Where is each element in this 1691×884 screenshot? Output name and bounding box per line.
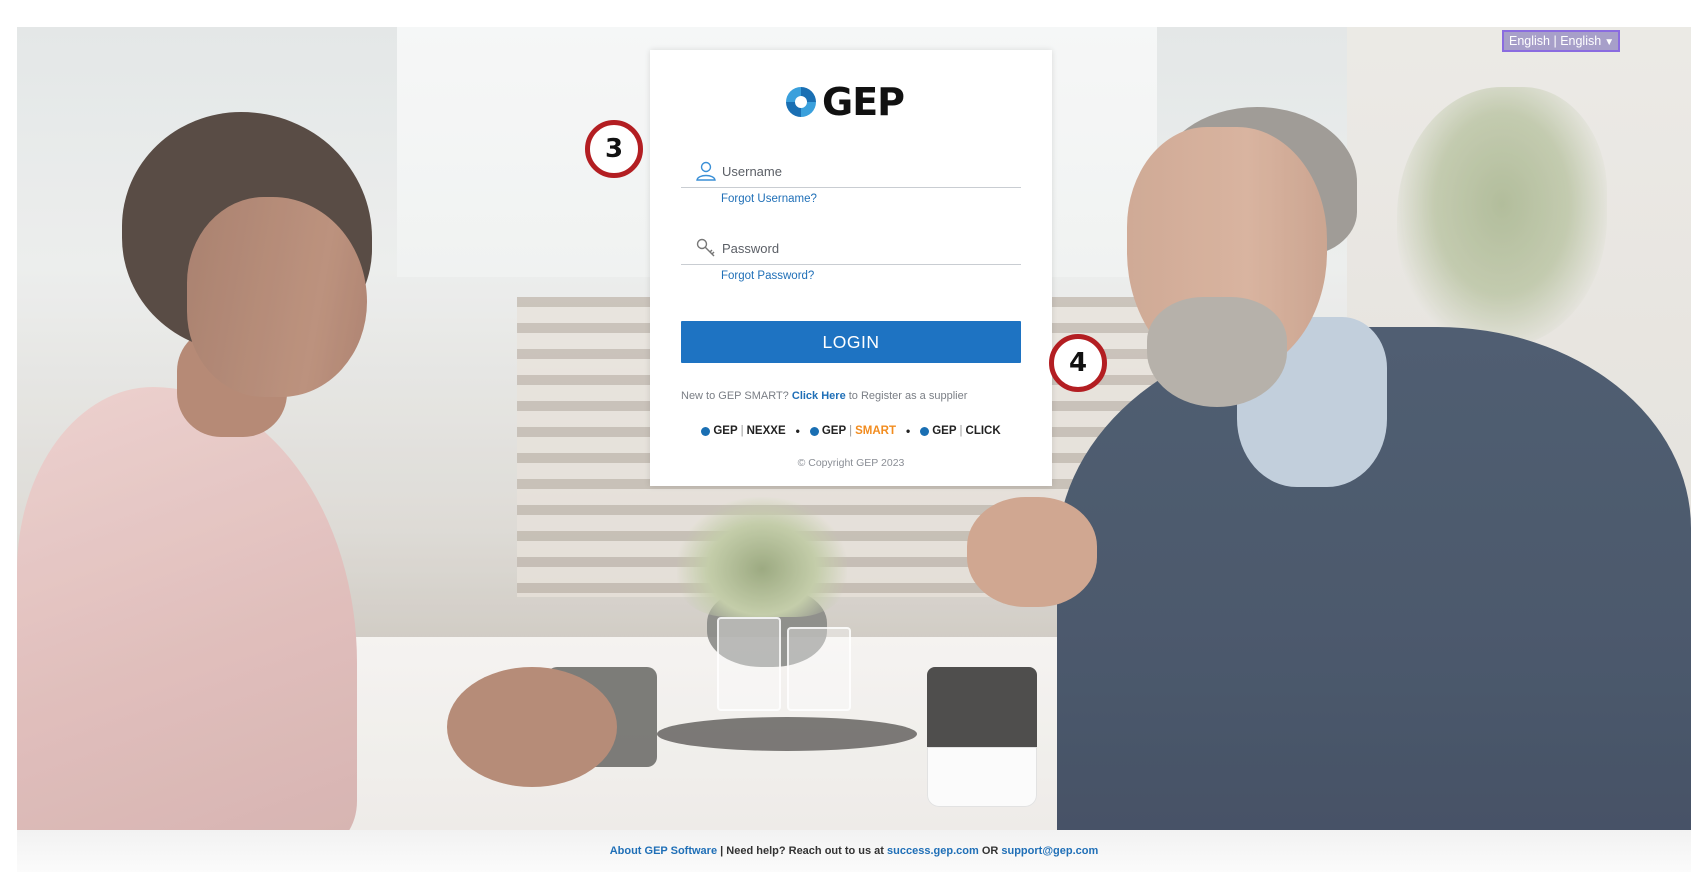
- forgot-username-link[interactable]: Forgot Username?: [721, 193, 817, 205]
- copyright-text: © Copyright GEP 2023: [797, 457, 905, 469]
- gep-logo: GEP: [786, 80, 926, 124]
- login-button[interactable]: LOGIN: [681, 321, 1021, 363]
- register-link[interactable]: Click Here: [792, 390, 846, 402]
- brand-product: NEXXE: [746, 425, 786, 437]
- brand-product: CLICK: [965, 425, 1001, 437]
- register-suffix: to Register as a supplier: [848, 390, 968, 402]
- username-placeholder: Username: [722, 164, 782, 179]
- brand-product: SMART: [855, 425, 897, 437]
- footer-or-text: OR: [981, 845, 999, 857]
- annotation-callout-3: 3: [585, 120, 643, 178]
- gep-swirl-icon: [701, 426, 711, 436]
- language-label: English | English: [1509, 34, 1602, 48]
- gep-swirl-icon: [786, 87, 816, 117]
- about-gep-link[interactable]: About GEP Software: [610, 845, 717, 857]
- language-selector[interactable]: English | English ▼: [1502, 30, 1620, 52]
- password-placeholder: Password: [722, 241, 780, 256]
- success-link[interactable]: success.gep.com: [887, 845, 979, 857]
- user-icon: [696, 161, 716, 181]
- password-field[interactable]: Password: [681, 231, 1021, 265]
- brand-prefix: GEP: [713, 425, 738, 437]
- brand-prefix: GEP: [821, 425, 847, 437]
- forgot-password-link[interactable]: Forgot Password?: [721, 270, 814, 282]
- caret-down-icon: ▼: [1604, 37, 1615, 48]
- username-field[interactable]: Username: [681, 154, 1021, 188]
- register-text: New to GEP SMART? Click Here to Register…: [681, 390, 967, 402]
- register-prefix: New to GEP SMART?: [681, 390, 789, 402]
- gep-swirl-icon: [920, 426, 930, 436]
- footer-help-text: Need help? Reach out to us at: [726, 845, 884, 857]
- brand-nexxe: GEP | NEXXE: [701, 425, 786, 437]
- gep-swirl-icon: [809, 426, 819, 436]
- brand-smart: GEP | SMART: [809, 425, 897, 437]
- support-email-link[interactable]: support@gep.com: [1001, 845, 1098, 857]
- key-icon: [696, 238, 715, 257]
- login-card: GEP Username Forgot Username? Password F…: [650, 50, 1052, 486]
- brand-click: GEP | CLICK: [920, 425, 1001, 437]
- annotation-callout-4: 4: [1049, 334, 1107, 392]
- logo-text: GEP: [822, 80, 905, 124]
- footer: About GEP Software | Need help? Reach ou…: [17, 830, 1691, 872]
- footer-separator: |: [720, 845, 724, 857]
- brand-prefix: GEP: [932, 425, 957, 437]
- product-brands: GEP | NEXXE • GEP | SMART • GEP | CLICK: [681, 422, 1021, 440]
